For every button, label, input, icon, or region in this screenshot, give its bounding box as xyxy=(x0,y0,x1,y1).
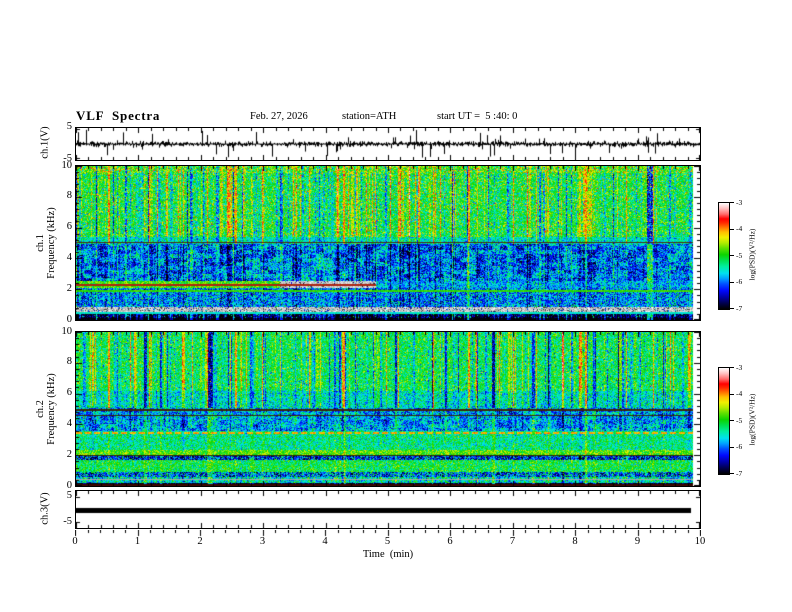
ch1-spectrogram-ylabel-line1: ch.1 xyxy=(35,234,46,252)
x-axis-title: Time (min) xyxy=(362,549,414,560)
colorbar-ch1-tick-label: -3 xyxy=(736,197,743,207)
x-tick-label: 7 xyxy=(509,536,516,547)
ch1-spectrogram-ylabel: ch.1 Frequency (kHz) xyxy=(35,165,57,321)
ch1-waveform-panel xyxy=(75,127,701,161)
x-tick-label: 8 xyxy=(572,536,578,547)
colorbar-ch1-tick xyxy=(730,282,734,283)
x-tick-label: 1 xyxy=(134,536,141,547)
ch2-spectrogram-image xyxy=(76,332,700,486)
wave3-ytick-label: -5 xyxy=(63,516,72,527)
spec1-ytick-label: 4 xyxy=(66,251,72,263)
colorbar-ch2-label: log(PSD)(V²/Hz) xyxy=(747,393,757,446)
colorbar-ch2-tick xyxy=(730,367,734,368)
colorbar-ch1-tick xyxy=(730,202,734,203)
colorbar-ch1-tick-label: -4 xyxy=(736,224,743,233)
x-tick-label: 0 xyxy=(72,536,78,547)
colorbar-ch1-tick xyxy=(730,255,734,256)
x-tick-label: 2 xyxy=(197,536,203,547)
colorbar-ch2-tick-label: -7 xyxy=(736,468,743,478)
figure-title: VLF Spectra xyxy=(76,108,161,123)
spec2-ytick-label: 8 xyxy=(66,356,72,368)
spec1-ytick-label: 2 xyxy=(66,282,72,294)
wave3-ytick-label: 5 xyxy=(66,490,72,501)
colorbar-ch2-tick xyxy=(730,473,734,474)
wave1-ytick-label: 5 xyxy=(66,121,72,132)
figure-station: station=ATH xyxy=(342,111,397,122)
colorbar-ch1-tick-label: -7 xyxy=(736,303,743,313)
x-tick-label: 10 xyxy=(694,536,706,547)
colorbar-ch1-tick-label: -5 xyxy=(736,250,743,260)
colorbar-ch2-tick xyxy=(730,447,734,448)
ch3-waveform-plot xyxy=(76,491,700,528)
colorbar-ch1-tick xyxy=(730,308,734,309)
colorbar-ch1-tick-label: -6 xyxy=(736,277,743,286)
ch2-spectrogram-panel xyxy=(75,331,701,487)
spec1-ytick-label: 6 xyxy=(66,221,72,233)
x-tick-label: 5 xyxy=(384,536,391,547)
ch3-waveform-panel xyxy=(75,490,701,529)
x-tick-label: 4 xyxy=(322,536,328,547)
ch1-waveform-plot xyxy=(76,128,700,160)
colorbar-ch1-tick xyxy=(730,229,734,230)
spec2-ytick-label: 10 xyxy=(61,325,73,337)
colorbar-ch2-tick-label: -6 xyxy=(736,442,743,451)
colorbar-ch1-label: log(PSD)(V²/Hz) xyxy=(747,228,757,281)
figure-date: Feb. 27, 2026 xyxy=(250,111,308,122)
ch2-spectrogram-ylabel-line1: ch.2 xyxy=(35,400,46,418)
spec2-ytick-label: 0 xyxy=(66,479,72,491)
x-tick-label: 9 xyxy=(634,536,641,547)
spec2-ytick-label: 4 xyxy=(66,417,72,429)
spec1-ytick-label: 0 xyxy=(66,313,72,325)
colorbar-ch2-tick-label: -3 xyxy=(736,362,743,372)
colorbar-ch2-tick xyxy=(730,394,734,395)
ch2-spectrogram-ylabel-line2: Frequency (kHz) xyxy=(46,373,57,445)
colorbar-ch2-tick xyxy=(730,420,734,421)
ch1-spectrogram-ylabel-line2: Frequency (kHz) xyxy=(46,207,57,279)
figure-start-ut: start UT = 5 :40: 0 xyxy=(437,111,518,122)
ch1-spectrogram-image xyxy=(76,166,700,320)
vlf-spectra-figure: VLF Spectra Feb. 27, 2026 station=ATH st… xyxy=(0,0,792,612)
spec1-ytick-label: 8 xyxy=(66,190,72,202)
spec2-ytick-label: 6 xyxy=(66,387,72,399)
colorbar-ch2-tick-label: -5 xyxy=(736,415,743,425)
spec1-ytick-label: 10 xyxy=(61,159,73,171)
colorbar-ch2 xyxy=(718,367,730,475)
colorbar-ch2-tick-label: -4 xyxy=(736,389,743,398)
x-tick-label: 3 xyxy=(259,536,266,547)
ch1-spectrogram-panel xyxy=(75,165,701,321)
colorbar-ch1 xyxy=(718,202,730,310)
x-tick-label: 6 xyxy=(447,536,453,547)
spec2-ytick-label: 2 xyxy=(66,448,72,460)
ch2-spectrogram-ylabel: ch.2 Frequency (kHz) xyxy=(35,331,57,487)
